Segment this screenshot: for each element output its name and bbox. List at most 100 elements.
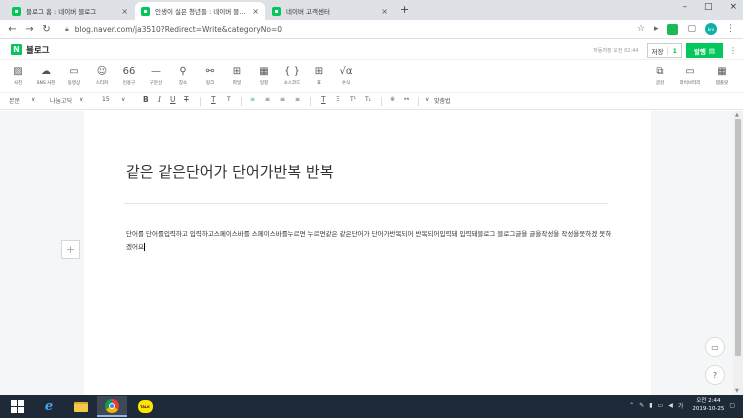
template-button[interactable]: ▦ 템플릿 [710,66,734,86]
text-color-button[interactable]: T [211,95,216,104]
insert-code-button[interactable]: { } 소스코드 [280,66,304,86]
link-button[interactable]: ⚯ [404,96,409,103]
chrome-button[interactable] [97,396,127,417]
insert-photo-button[interactable]: ▨ 사진 [6,66,30,86]
material-button[interactable]: ⧉ 글감 [648,66,672,86]
letter-spacing-button[interactable]: Ξ [336,96,340,103]
vertical-scrollbar[interactable]: ▲ ▼ [733,111,743,395]
insert-schedule-button[interactable]: ▦ 일정 [252,66,276,86]
browser-tab-help-center[interactable]: ▪ 네이버 고객센터 × [266,2,394,20]
insert-divider-button[interactable]: — 구분선 [144,66,168,86]
extension-icon[interactable]: ▸ [654,24,659,34]
chevron-down-icon[interactable]: ∨ [79,96,83,103]
close-window-button[interactable]: × [729,2,737,12]
green-extension-icon[interactable] [667,23,679,35]
tray-chevron-icon[interactable]: ⌃ [629,402,634,409]
taskbar-clock[interactable]: 오전 2:44 2019-10-25 [692,397,724,413]
tab-close-icon[interactable]: × [121,7,128,16]
insert-quote-button[interactable]: 66 인용구 [117,66,141,86]
browser-tab-blog-home[interactable]: ▪ 블로그 홈 : 네이버 블로그 × [6,2,134,20]
tab-close-icon[interactable]: × [381,7,388,16]
volume-icon[interactable]: ◀ [668,402,673,409]
spellcheck-button[interactable]: 맞춤법 [434,96,451,105]
insert-video-button[interactable]: ▭ 동영상 [62,66,86,86]
windows-logo-icon [10,400,24,413]
reload-icon[interactable]: ↻ [38,24,55,35]
post-title[interactable]: 같은 같은단어가 단어가반복 반복 [126,161,334,182]
save-count-badge[interactable]: 1 [667,46,677,55]
scroll-down-arrow-icon[interactable]: ▼ [735,388,739,394]
browser-tab-write-post[interactable]: ▪ 인생이 실은 청년들 : 네이버 블로그 × [135,2,265,20]
chevron-down-icon[interactable]: ∨ [31,96,35,103]
subscript-button[interactable]: T₁ [365,96,371,103]
bold-button[interactable]: B [143,95,149,104]
library-button[interactable]: ▭ 라이브러리 [678,66,702,86]
naver-favicon-icon: ▪ [272,6,281,16]
superscript-button[interactable]: T¹ [350,96,356,103]
underline-button[interactable]: U [170,95,176,104]
insert-file-button[interactable]: ⊞ 파일 [225,66,249,86]
title-divider [124,203,608,204]
network-icon[interactable]: ▮ [649,402,652,409]
kakaotalk-icon: TALK [137,400,153,413]
start-button[interactable] [2,396,32,417]
chevron-down-icon[interactable]: ∨ [121,96,125,103]
insert-sns-photo-button[interactable]: ☁ SNS 사진 [34,66,58,86]
insert-sticker-button[interactable]: ☺ 스티커 [90,66,114,86]
internet-explorer-button[interactable]: e [34,396,64,417]
align-left-button[interactable]: ≡ [250,96,255,103]
divider-icon: — [151,66,161,77]
insert-link-button[interactable]: ⚯ 링크 [198,66,222,86]
scrollbar-thumb[interactable] [735,119,741,356]
kakaotalk-button[interactable]: TALK [130,396,160,417]
help-button[interactable]: ? [705,365,725,385]
naver-blog-favicon-icon: ▪ [141,6,150,16]
font-family-select[interactable]: 나눔고딕 [50,96,72,105]
layout-icon: ▦ [717,66,727,77]
display-icon[interactable]: ▭ [658,402,664,409]
divider [241,97,242,106]
browser-menu-icon[interactable]: ⋮ [726,24,735,34]
italic-button[interactable]: I [158,95,161,104]
url-field[interactable]: 🔒︎ blog.naver.com/ja3510?Redirect=Write&… [65,25,282,34]
special-character-button[interactable]: ※ [390,96,395,103]
notification-icon[interactable]: ▢ [729,402,735,409]
pen-icon[interactable]: ✎ [639,402,644,409]
strikethrough-button[interactable]: T [184,95,189,104]
chat-icon[interactable]: ▭ [705,337,725,357]
ime-icon[interactable]: 가 [678,401,684,410]
chevron-down-icon: ∨ [425,96,430,103]
insert-place-button[interactable]: ⚲ 장소 [171,66,195,86]
publish-button[interactable]: 발행 ▤ [686,43,723,58]
profile-avatar[interactable]: bro [705,23,717,35]
scroll-up-arrow-icon[interactable]: ▲ [735,112,739,118]
forward-arrow-icon[interactable]: → [21,24,38,35]
more-options-icon[interactable]: ⋮ [729,46,737,55]
maximize-button[interactable]: □ [704,2,713,12]
new-tab-button[interactable]: + [400,3,409,16]
font-size-select[interactable]: 15 [102,96,110,103]
file-icon: ⊞ [232,66,242,77]
naver-logo[interactable]: N [11,44,22,55]
back-arrow-icon[interactable]: ← [4,24,21,35]
background-color-button[interactable]: T [227,96,231,103]
insert-formula-button[interactable]: √α 수식 [334,66,358,86]
paragraph-style-select[interactable]: 본문 [9,96,20,105]
add-component-button[interactable]: + [61,240,80,259]
tab-close-icon[interactable]: × [252,7,259,16]
align-center-button[interactable]: ≡ [265,96,270,103]
post-body[interactable]: 단어를 단어를입력하고 입력하고스페이스바를 스페이스바를누르면 누르면같은 같… [126,228,616,253]
file-explorer-button[interactable] [66,396,96,417]
insert-toolbar: ▨ 사진 ☁ SNS 사진 ▭ 동영상 ☺ 스티커 66 인용구 — 구분선 ⚲… [0,61,743,93]
save-button[interactable]: 저장 1 [646,43,682,58]
minimize-button[interactable]: – [682,2,687,12]
blog-title[interactable]: 블로그 [26,44,49,56]
line-height-button[interactable]: T [321,95,326,104]
bookmark-star-icon[interactable]: ☆ [637,24,645,34]
align-justify-button[interactable]: ≡ [295,96,300,103]
divider [310,97,311,106]
insert-table-button[interactable]: ⊞ 표 [307,66,331,86]
editor-page[interactable]: 같은 같은단어가 단어가반복 반복 단어를 단어를입력하고 입력하고스페이스바를… [84,111,651,395]
puzzle-icon[interactable]: ▢ [687,24,696,34]
align-right-button[interactable]: ≡ [280,96,285,103]
